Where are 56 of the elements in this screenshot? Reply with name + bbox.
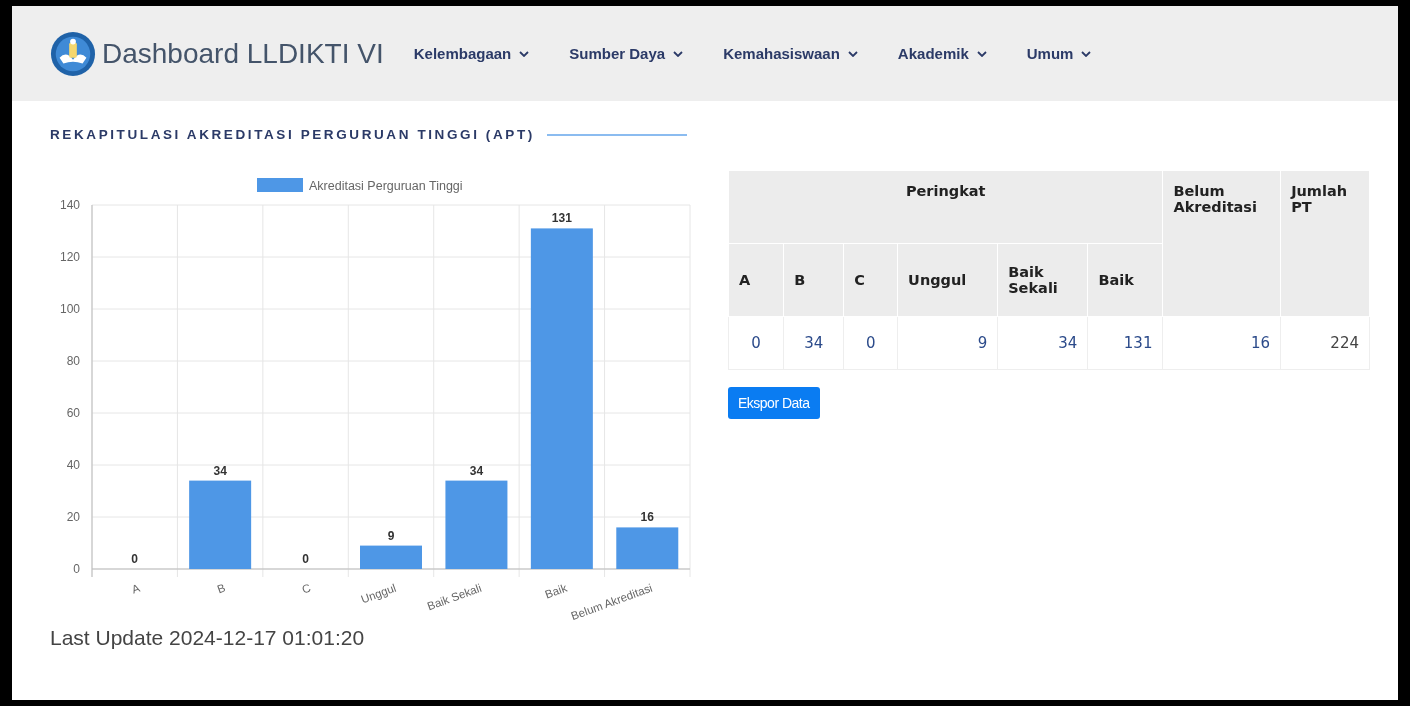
table-cell: 34 bbox=[997, 316, 1088, 370]
x-category-label: Baik Sekali bbox=[425, 581, 484, 613]
table-cell: 0 bbox=[728, 316, 784, 370]
chevron-down-icon bbox=[847, 50, 858, 57]
column-header: Unggul bbox=[897, 243, 998, 317]
column-header: A bbox=[728, 243, 784, 317]
bar-value-label: 131 bbox=[551, 211, 572, 226]
emblem-logo-icon bbox=[50, 30, 96, 77]
table-cell: 224 bbox=[1280, 316, 1370, 370]
bar-value-label: 0 bbox=[302, 552, 309, 566]
table-cell: 9 bbox=[897, 316, 998, 370]
bar-value-label: 9 bbox=[387, 528, 395, 543]
column-header: C bbox=[843, 243, 898, 317]
table-cell: 131 bbox=[1087, 316, 1163, 370]
chevron-down-icon bbox=[1081, 50, 1092, 57]
dashboard-title[interactable]: Dashboard LLDIKTI VI bbox=[102, 37, 384, 70]
y-tick-label: 20 bbox=[66, 510, 80, 524]
table-cell: 34 bbox=[783, 316, 844, 370]
chevron-down-icon bbox=[673, 50, 684, 57]
column-header: Baik bbox=[1087, 243, 1163, 317]
bar bbox=[616, 527, 679, 569]
y-tick-label: 100 bbox=[59, 302, 80, 316]
last-update-text: Last Update 2024-12-17 01:01:20 bbox=[50, 626, 365, 650]
column-header: Baik Sekali bbox=[997, 243, 1088, 317]
chevron-down-icon bbox=[519, 50, 530, 57]
table-cell: 16 bbox=[1162, 316, 1281, 370]
x-category-label: Baik bbox=[543, 581, 569, 601]
column-header: Belum Akreditasi bbox=[1162, 170, 1281, 317]
nav-menu-item[interactable]: Kelembagaan bbox=[413, 45, 530, 62]
column-header: Jumlah PT bbox=[1280, 170, 1370, 317]
bar-value-label: 34 bbox=[213, 463, 227, 478]
legend-swatch-icon bbox=[257, 178, 303, 192]
y-tick-label: 120 bbox=[59, 250, 80, 264]
nav-menu-item[interactable]: Kemahasiswaan bbox=[723, 45, 858, 62]
nav-menu-item[interactable]: Umum bbox=[1026, 45, 1092, 62]
section-title: REKAPITULASI AKREDITASI PERGURUAN TINGGI (APT) bbox=[50, 127, 535, 142]
bar-value-label: 0 bbox=[131, 552, 139, 566]
y-tick-label: 0 bbox=[73, 562, 80, 576]
x-category-label: C bbox=[300, 581, 313, 596]
export-data-button[interactable]: Ekspor Data bbox=[728, 387, 820, 419]
y-tick-label: 140 bbox=[59, 198, 80, 212]
chevron-down-icon bbox=[976, 50, 987, 57]
nav-menu-item[interactable]: Sumber Daya bbox=[569, 45, 684, 62]
x-category-label: A bbox=[130, 581, 142, 596]
table-cell: 0 bbox=[843, 316, 898, 370]
nav-menu-item[interactable]: Akademik bbox=[897, 45, 987, 62]
bar-value-label: 34 bbox=[469, 463, 484, 478]
column-group-header: Peringkat bbox=[728, 170, 1163, 244]
bar bbox=[360, 545, 422, 569]
bar-value-label: 16 bbox=[640, 510, 654, 525]
y-tick-label: 60 bbox=[66, 406, 80, 420]
legend-label: Akreditasi Perguruan Tinggi bbox=[309, 179, 463, 193]
column-header: B bbox=[783, 243, 844, 317]
y-tick-label: 40 bbox=[66, 458, 80, 472]
x-category-label: B bbox=[215, 581, 227, 596]
y-tick-label: 80 bbox=[66, 354, 80, 368]
